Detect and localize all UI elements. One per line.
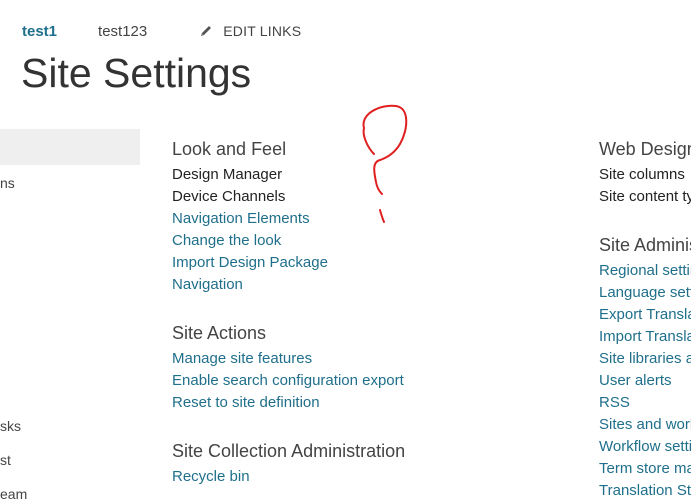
recycle-bin-link[interactable]: Recycle bin [172, 468, 250, 485]
language-settings-link[interactable]: Language settings [599, 284, 691, 301]
quick-launch-item[interactable]: st [0, 452, 11, 468]
quick-launch-item[interactable]: eam [0, 486, 27, 501]
quick-launch-item[interactable]: ns [0, 175, 15, 191]
web-designer-galleries-group: Web Designer Galleries Site columns Site… [599, 137, 691, 208]
translation-status-link[interactable]: Translation Status [599, 482, 691, 499]
settings-column-2: Web Designer Galleries Site columns Site… [599, 137, 691, 501]
term-store-management-link[interactable]: Term store management [599, 460, 691, 477]
site-columns-link[interactable]: Site columns [599, 166, 685, 183]
edit-links-label: EDIT LINKS [223, 23, 302, 39]
site-collection-admin-heading: Site Collection Administration [172, 441, 406, 461]
navigation-link[interactable]: Navigation [172, 276, 243, 293]
quick-launch [0, 129, 140, 165]
site-content-types-link[interactable]: Site content types [599, 188, 691, 205]
top-link-bar: test1 test123 EDIT LINKS [22, 20, 301, 42]
quick-launch-item[interactable]: sks [0, 418, 21, 434]
question-mark-annotation [362, 104, 408, 223]
top-link-test123[interactable]: test123 [98, 23, 147, 40]
regional-settings-link[interactable]: Regional settings [599, 262, 691, 279]
pencil-icon [201, 26, 212, 36]
manage-site-features-link[interactable]: Manage site features [172, 350, 312, 367]
quick-launch-selected-item[interactable] [0, 129, 140, 165]
edit-links-button[interactable]: EDIT LINKS [199, 23, 301, 39]
site-actions-group: Site Actions Manage site features Enable… [172, 321, 405, 414]
navigation-elements-link[interactable]: Navigation Elements [172, 210, 310, 227]
site-administration-group: Site Administration Regional settings La… [599, 233, 691, 501]
import-design-package-link[interactable]: Import Design Package [172, 254, 328, 271]
page-title: Site Settings [21, 50, 252, 96]
site-administration-heading: Site Administration [599, 235, 691, 255]
design-manager-link[interactable]: Design Manager [172, 166, 282, 183]
sites-and-workspaces-link[interactable]: Sites and workspaces [599, 416, 691, 433]
import-translations-link[interactable]: Import Translations [599, 328, 691, 345]
site-collection-admin-group: Site Collection Administration Recycle b… [172, 439, 405, 488]
site-settings-page: test1 test123 EDIT LINKS Site Settings n… [0, 0, 691, 501]
reset-to-site-definition-link[interactable]: Reset to site definition [172, 394, 320, 411]
export-translations-link[interactable]: Export Translations [599, 306, 691, 323]
user-alerts-link[interactable]: User alerts [599, 372, 672, 389]
site-actions-heading: Site Actions [172, 323, 267, 343]
change-the-look-link[interactable]: Change the look [172, 232, 281, 249]
device-channels-link[interactable]: Device Channels [172, 188, 285, 205]
enable-search-config-export-link[interactable]: Enable search configuration export [172, 372, 404, 389]
rss-link[interactable]: RSS [599, 394, 630, 411]
web-designer-galleries-heading: Web Designer Galleries [599, 139, 691, 159]
top-link-test1[interactable]: test1 [22, 23, 57, 40]
site-libraries-and-lists-link[interactable]: Site libraries and lists [599, 350, 691, 367]
workflow-settings-link[interactable]: Workflow settings [599, 438, 691, 455]
